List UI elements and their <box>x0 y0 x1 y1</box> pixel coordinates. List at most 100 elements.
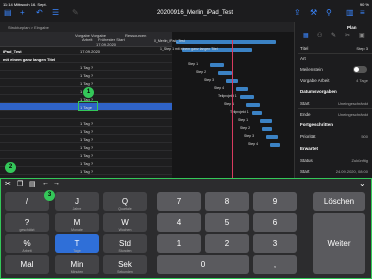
resource-tab-icon[interactable]: ⚇ <box>317 32 322 39</box>
key-label: J <box>75 196 79 206</box>
key-label: W <box>121 217 129 227</box>
menu-icon[interactable]: ≡ <box>360 9 365 17</box>
gantt-label: Step 2 <box>240 126 251 130</box>
digit-key[interactable]: 2 <box>205 234 249 253</box>
unit-key-m[interactable]: M Monate <box>55 213 99 232</box>
key-sublabel: Stunden <box>118 248 132 253</box>
key-sublabel: Wochen <box>118 227 132 232</box>
digit-key[interactable]: 4 <box>157 213 201 232</box>
key-sublabel: Arbeit <box>22 248 32 253</box>
key-label: T <box>74 238 80 248</box>
unit-key-j[interactable]: J Jahre <box>55 192 99 211</box>
plan-tab-icon[interactable]: ▦ <box>303 32 309 39</box>
task-duration[interactable]: 1 Tag ? <box>80 145 93 150</box>
status-bar: 11:14 Mittwoch 16. Sept. 90 % <box>3 2 369 7</box>
document-title: 20200916_Merlin_iPad_Test <box>156 10 234 16</box>
unit-key-q[interactable]: Q Quartale <box>103 192 147 211</box>
task-duration[interactable]: 1 Tag ? <box>80 65 93 70</box>
modifier-key[interactable]: Mal <box>5 255 49 274</box>
key-label: Mal <box>20 259 34 269</box>
breadcrumb[interactable]: Strukturplan > Eingabe <box>0 22 294 32</box>
arrow-left-icon[interactable]: ← <box>42 180 49 187</box>
task-duration[interactable]: 1 Tag ? <box>80 161 93 166</box>
gantt-bar[interactable] <box>266 135 278 139</box>
paste-icon[interactable]: ▤ <box>29 180 36 188</box>
key-label: M <box>73 217 81 227</box>
sidebar-icon[interactable]: ▤ <box>4 9 12 17</box>
gantt-bar[interactable] <box>252 111 262 115</box>
task-duration[interactable]: 1 Tag ? <box>80 129 93 134</box>
key-sublabel: Sekunden <box>117 269 133 274</box>
task-duration[interactable]: 1 Tag ? <box>80 73 93 78</box>
wrench-icon[interactable]: ⚒ <box>310 9 317 17</box>
gantt-label: Step 1 <box>188 62 199 66</box>
gantt-label: Step 3 <box>204 78 215 82</box>
arrow-right-icon[interactable]: → <box>53 180 60 187</box>
task-duration[interactable]: 1 Tag ? <box>80 169 93 174</box>
key-label: ? <box>24 217 30 227</box>
task-duration[interactable]: 17.09.2020 <box>80 49 100 54</box>
gantt-bar[interactable] <box>270 143 280 147</box>
digit-key[interactable]: 7 <box>157 192 201 211</box>
next-button[interactable]: Weiter <box>313 213 365 274</box>
copy-icon[interactable]: ❐ <box>17 180 23 188</box>
unit-key-w[interactable]: W Wochen <box>103 213 147 232</box>
task-duration[interactable]: 1 Tag ? <box>80 153 93 158</box>
digit-key[interactable]: 9 <box>253 192 297 211</box>
digit-key[interactable]: 8 <box>205 192 249 211</box>
task-duration[interactable]: 1 Tag ? <box>80 81 93 86</box>
modifier-key[interactable]: % Arbeit <box>5 234 49 253</box>
key-label: 0 <box>200 259 206 269</box>
key-label: Min <box>70 259 84 269</box>
gantt-bar[interactable] <box>246 103 260 107</box>
digit-key[interactable]: 5 <box>205 213 249 232</box>
gantt-bar[interactable] <box>262 127 272 131</box>
link-icon[interactable]: ⚲ <box>326 9 332 17</box>
chevron-down-icon[interactable]: ⌄ <box>359 179 366 188</box>
gantt-label: Step 3 <box>244 134 255 138</box>
gantt-bar[interactable] <box>218 71 232 75</box>
scissors-icon[interactable]: ✂ <box>5 180 11 188</box>
digit-key[interactable]: 6 <box>253 213 297 232</box>
digit-key[interactable]: 1 <box>157 234 201 253</box>
digit-key[interactable]: , <box>253 255 297 274</box>
milestone-toggle[interactable] <box>353 66 367 73</box>
gantt-label: Step 4 <box>214 86 225 90</box>
list-icon[interactable]: ☰ <box>52 9 59 17</box>
key-label: / <box>25 196 29 206</box>
digit-key[interactable]: 3 <box>253 234 297 253</box>
undo-icon[interactable]: ↶ <box>36 9 43 17</box>
share-icon[interactable]: ⇪ <box>294 9 301 17</box>
calendar-tab-icon[interactable]: ▣ <box>359 32 365 39</box>
note-tab-icon[interactable]: ✎ <box>331 32 336 39</box>
key-label: 9 <box>272 196 278 206</box>
divide-key[interactable]: / <box>5 192 49 211</box>
task-duration[interactable]: 1 Tag ? <box>80 137 93 142</box>
delete-button[interactable]: Löschen <box>313 192 365 211</box>
key-label: % <box>23 238 31 248</box>
gantt-bar[interactable] <box>176 40 276 44</box>
paperclip-icon[interactable]: ✂ <box>345 32 350 39</box>
key-label: 6 <box>272 217 278 227</box>
inspector-icon[interactable]: ▥ <box>346 9 354 17</box>
gantt-label: 0_Merlin_iPad_Test <box>154 39 185 43</box>
key-label: Weiter <box>327 238 351 248</box>
gantt-bar[interactable] <box>236 87 248 91</box>
key-sublabel: Minuten <box>70 269 84 274</box>
modifier-key[interactable]: ? geschätzt <box>5 213 49 232</box>
key-label: Löschen <box>323 196 355 206</box>
unit-key-std[interactable]: Std Stunden <box>103 234 147 253</box>
add-icon[interactable]: + <box>20 9 25 17</box>
unit-key-sek[interactable]: Sek Sekunden <box>103 255 147 274</box>
gantt-bar[interactable] <box>240 95 254 99</box>
task-duration[interactable]: 1 Tag ? <box>80 121 93 126</box>
gantt-bar[interactable] <box>210 63 224 67</box>
edit-icon[interactable]: ✎ <box>72 9 79 17</box>
unit-key-min[interactable]: Min Minuten <box>55 255 99 274</box>
unit-key-t[interactable]: T Tage <box>55 234 99 253</box>
gantt-bar[interactable] <box>260 119 272 123</box>
task-name: iPad_Test <box>3 48 22 54</box>
gantt-label: Teilprojekt 1 <box>218 94 237 98</box>
digit-key[interactable]: 0 <box>157 255 249 274</box>
key-label: Q <box>121 196 129 206</box>
